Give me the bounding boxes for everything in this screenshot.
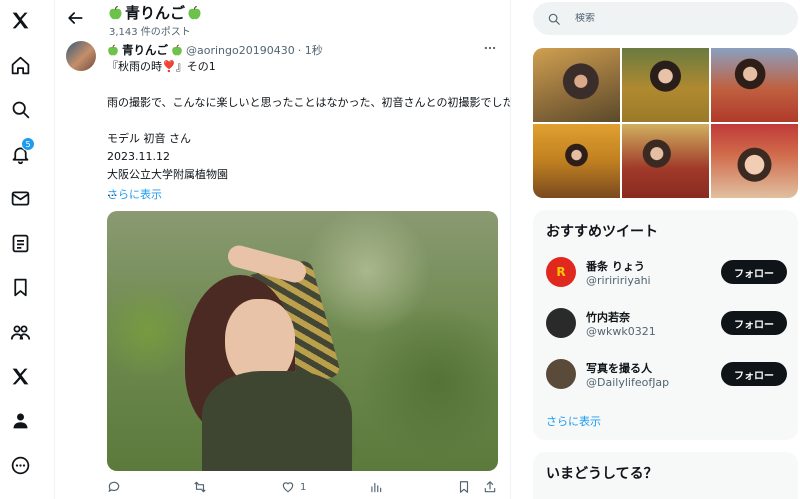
heart-icon bbox=[282, 482, 294, 493]
bookmark-button[interactable] bbox=[457, 478, 471, 496]
tweet-line: 雨の撮影で、こんなに楽しいと思ったことはなかった、初音さんとの初撮影でした bbox=[107, 96, 510, 109]
repost-icon bbox=[194, 481, 206, 493]
gallery-photo[interactable] bbox=[533, 124, 620, 198]
recommend-show-more-link[interactable]: さらに表示 bbox=[546, 413, 601, 429]
user-handle: @ririririyahi bbox=[586, 274, 651, 287]
bookmarks-icon[interactable] bbox=[8, 275, 32, 299]
tweet-text: 『秋雨の時❣️』その1 雨の撮影で、こんなに楽しいと思ったことはなかった、初音さ… bbox=[107, 58, 510, 202]
tweet-line: モデル 初音 さん bbox=[107, 132, 191, 145]
avatar[interactable] bbox=[546, 359, 576, 389]
tweet-photo[interactable] bbox=[107, 211, 498, 471]
main-column: 青りんご 3,143 件のポスト 青りんご @aoringo20190430 ·… bbox=[55, 0, 510, 499]
tweet-author-name[interactable]: 青りんご bbox=[122, 42, 168, 58]
left-nav: 5 bbox=[0, 0, 40, 499]
search-icon bbox=[548, 13, 560, 25]
tweet-author-handle[interactable]: @aoringo20190430 bbox=[186, 44, 295, 57]
tweet-line: ... bbox=[107, 186, 118, 199]
tweet-time[interactable]: · 1秒 bbox=[298, 42, 323, 58]
avatar[interactable] bbox=[66, 41, 96, 71]
gallery-photo[interactable] bbox=[622, 124, 709, 198]
green-apple-icon bbox=[188, 5, 201, 20]
repost-button[interactable] bbox=[193, 478, 207, 496]
recommend-user[interactable]: 竹内若奈 @wkwk0321 フォロー bbox=[546, 306, 791, 340]
gallery-photo[interactable] bbox=[533, 48, 620, 122]
post-count: 3,143 件のポスト bbox=[109, 27, 191, 38]
avatar[interactable] bbox=[546, 308, 576, 338]
user-name[interactable]: 竹内若奈 bbox=[586, 309, 630, 325]
green-apple-icon bbox=[109, 5, 122, 20]
communities-icon[interactable] bbox=[8, 320, 32, 344]
trends-card: いまどうしてる？ bbox=[533, 452, 798, 499]
main-divider bbox=[510, 0, 511, 499]
tweet-line bbox=[107, 112, 502, 130]
recommend-user[interactable]: 写真を撮る人 @DailylifeofJap フォロー bbox=[546, 357, 791, 391]
tweet-show-more-link[interactable]: さらに表示 bbox=[107, 186, 162, 202]
search-bar[interactable] bbox=[533, 2, 798, 35]
lists-icon[interactable] bbox=[8, 231, 32, 255]
tweet-header: 青りんご @aoringo20190430 · 1秒 bbox=[107, 42, 323, 58]
user-name[interactable]: 番条 りょう bbox=[586, 258, 645, 274]
tweet-line: 『秋雨の時❣️』その1 bbox=[107, 60, 216, 73]
recommend-user[interactable]: R 番条 りょう @ririririyahi フォロー bbox=[546, 255, 791, 289]
like-button[interactable]: 1 bbox=[281, 478, 306, 496]
recommend-card: おすすめツイート R 番条 りょう @ririririyahi フォロー 竹内若… bbox=[533, 210, 798, 440]
notifications-icon[interactable]: 5 bbox=[8, 137, 35, 166]
trends-title: いまどうしてる？ bbox=[546, 466, 658, 482]
photo-sweater bbox=[202, 371, 352, 471]
bookmark-icon bbox=[459, 481, 469, 493]
follow-button[interactable]: フォロー bbox=[721, 362, 787, 386]
right-sidebar: おすすめツイート R 番条 りょう @ririririyahi フォロー 竹内若… bbox=[533, 0, 800, 499]
user-handle: @DailylifeofJap bbox=[586, 376, 670, 389]
avatar[interactable]: R bbox=[546, 257, 576, 287]
views-button[interactable] bbox=[369, 478, 383, 496]
more-icon[interactable] bbox=[483, 42, 497, 54]
gallery-photo[interactable] bbox=[711, 124, 798, 198]
tweet-line: 2023.11.12 bbox=[107, 150, 170, 163]
home-icon[interactable] bbox=[8, 53, 32, 77]
user-name[interactable]: 写真を撮る人 bbox=[586, 360, 652, 376]
more-options-icon[interactable] bbox=[8, 453, 32, 477]
follow-button[interactable]: フォロー bbox=[721, 260, 787, 284]
page-title-text: 青りんご bbox=[125, 4, 186, 22]
gallery-photo[interactable] bbox=[622, 48, 709, 122]
green-apple-icon bbox=[108, 44, 118, 56]
green-apple-icon bbox=[172, 44, 182, 56]
reply-icon bbox=[108, 481, 120, 493]
reply-button[interactable] bbox=[107, 478, 121, 496]
views-icon bbox=[371, 482, 382, 493]
search-icon[interactable] bbox=[8, 97, 32, 121]
premium-x-icon[interactable] bbox=[8, 364, 32, 388]
tweet-line bbox=[107, 76, 502, 94]
like-count: 1 bbox=[300, 481, 307, 493]
x-logo-icon[interactable] bbox=[8, 8, 32, 32]
share-icon bbox=[484, 481, 496, 493]
gallery-photo[interactable] bbox=[711, 48, 798, 122]
search-input[interactable] bbox=[575, 13, 775, 24]
media-gallery bbox=[533, 48, 798, 198]
follow-button[interactable]: フォロー bbox=[721, 311, 787, 335]
recommend-title: おすすめツイート bbox=[546, 224, 658, 240]
profile-icon[interactable] bbox=[8, 408, 32, 432]
share-button[interactable] bbox=[483, 478, 497, 496]
back-arrow-icon[interactable] bbox=[65, 8, 85, 28]
tweet-actions: 1 bbox=[107, 478, 498, 496]
tweet-line: 大阪公立大学附属植物園 bbox=[107, 168, 228, 181]
messages-icon[interactable] bbox=[8, 186, 32, 210]
notification-badge: 5 bbox=[21, 137, 35, 151]
user-handle: @wkwk0321 bbox=[586, 325, 656, 338]
page-title: 青りんご bbox=[108, 2, 202, 23]
